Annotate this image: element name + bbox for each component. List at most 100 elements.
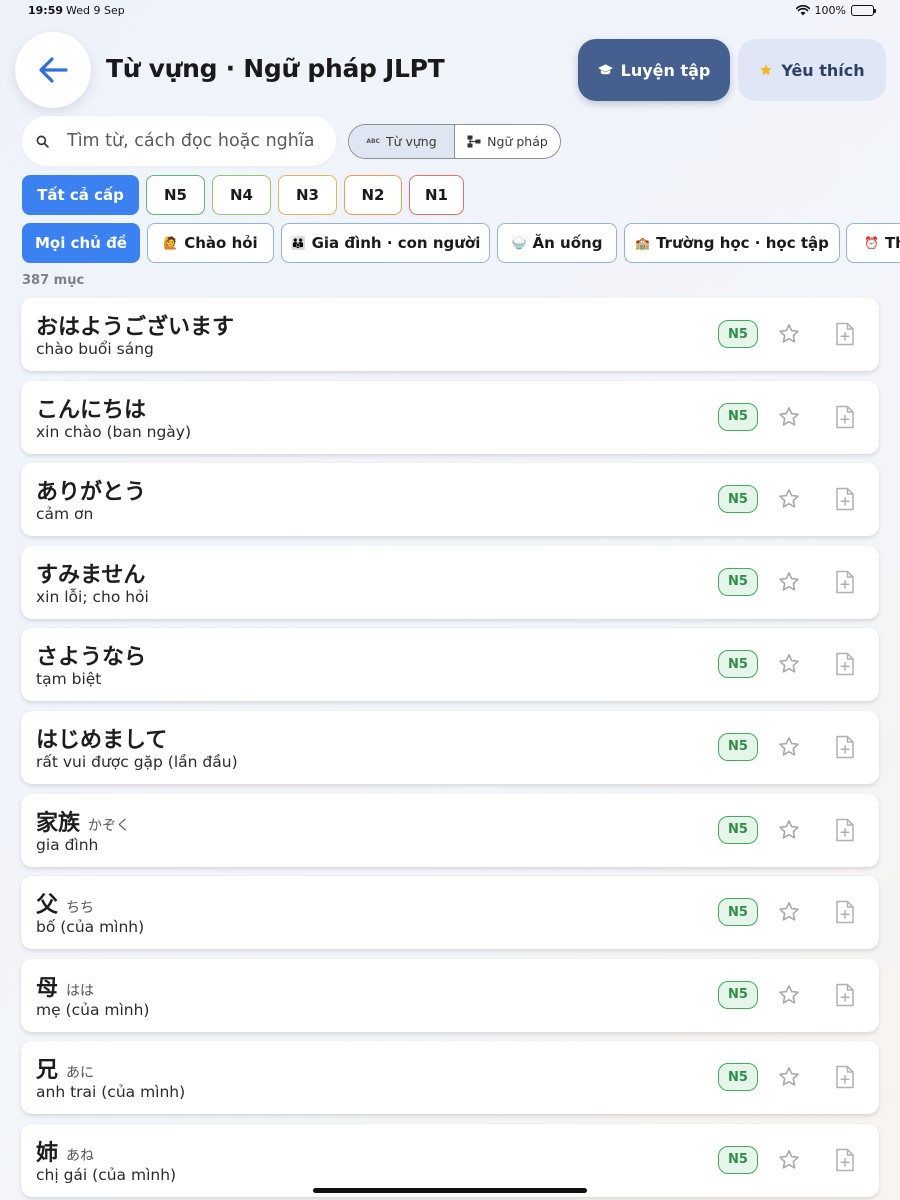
word-meaning: anh trai (của mình): [36, 1083, 186, 1102]
level-chip-n2-label: N2: [361, 186, 385, 204]
topic-chip-food-label: Ăn uống: [532, 234, 603, 252]
level-chip-n1[interactable]: N1: [409, 175, 464, 215]
list-item[interactable]: こんにちは xin chào (ban ngày) N5: [21, 380, 879, 454]
add-to-list-icon[interactable]: [835, 983, 855, 1007]
favorite-star-icon[interactable]: [777, 322, 801, 346]
search-input[interactable]: [67, 131, 327, 151]
list-item[interactable]: さようなら tạm biệt N5: [21, 628, 879, 702]
topic-chip-time[interactable]: ⏰ Th: [846, 223, 900, 263]
alarm-clock-icon: ⏰: [864, 236, 879, 250]
list-item[interactable]: おはようございます chào buổi sáng N5: [21, 298, 879, 371]
list-item[interactable]: 家族 かぞく gia đình N5: [21, 793, 879, 867]
topic-chip-school[interactable]: 🏫 Trường học · học tập: [624, 223, 840, 263]
add-to-list-icon[interactable]: [835, 735, 855, 759]
list-item[interactable]: 父ちち bố (của mình) N5: [21, 876, 879, 950]
favorite-star-icon[interactable]: [777, 652, 801, 676]
topic-chip-all[interactable]: Mọi chủ đề: [22, 223, 140, 263]
segment-vocabulary[interactable]: ABC Từ vựng: [349, 125, 455, 158]
level-badge: N5: [718, 898, 758, 927]
word-meaning: gia đình: [36, 835, 99, 854]
add-to-list-icon[interactable]: [835, 900, 855, 924]
topic-chip-school-label: Trường học · học tập: [656, 234, 829, 252]
add-to-list-icon[interactable]: [835, 652, 855, 676]
word-japanese: こんにちは: [36, 397, 147, 423]
level-chip-n1-label: N1: [425, 186, 448, 204]
home-indicator[interactable]: [313, 1188, 587, 1193]
level-chip-n3-label: N3: [296, 186, 319, 204]
topic-chip-greetings-label: Chào hỏi: [184, 234, 258, 252]
favorite-star-icon[interactable]: [777, 405, 801, 429]
level-chip-all[interactable]: Tất cả cấp: [22, 175, 139, 215]
raising-hand-icon: 🙋: [163, 236, 179, 250]
level-chip-n3[interactable]: N3: [278, 175, 337, 215]
word-reading: あね: [66, 1147, 95, 1164]
level-badge: N5: [718, 980, 758, 1009]
level-badge: N5: [718, 567, 758, 596]
word-meaning: chị gái (của mình): [36, 1165, 177, 1184]
word-japanese: 兄あに: [36, 1058, 95, 1084]
favorite-star-icon[interactable]: [777, 1065, 801, 1089]
segment-grammar-label: Ngữ pháp: [487, 134, 548, 149]
diagram-icon: [467, 135, 481, 148]
battery-icon: [851, 5, 876, 16]
abc-icon: ABC: [366, 138, 380, 145]
word-japanese: 姉あね: [36, 1140, 95, 1166]
topic-chip-time-label: Th: [884, 234, 900, 252]
level-chip-n2[interactable]: N2: [344, 175, 402, 215]
topic-chip-family-label: Gia đình · con người: [311, 234, 481, 252]
add-to-list-icon[interactable]: [835, 570, 855, 594]
search-box[interactable]: [22, 116, 336, 166]
word-meaning: xin lỗi; cho hỏi: [36, 587, 149, 606]
word-reading: はは: [66, 982, 95, 999]
word-meaning: cảm ơn: [36, 505, 94, 524]
level-badge: N5: [718, 485, 758, 514]
level-chip-n4[interactable]: N4: [212, 175, 271, 215]
segment-grammar[interactable]: Ngữ pháp: [455, 125, 560, 158]
level-chip-all-label: Tất cả cấp: [37, 186, 124, 204]
add-to-list-icon[interactable]: [835, 322, 855, 346]
add-to-list-icon[interactable]: [835, 1148, 855, 1172]
favorite-star-icon[interactable]: [777, 1148, 801, 1172]
level-badge: N5: [718, 1063, 758, 1092]
list-item[interactable]: すみません xin lỗi; cho hỏi N5: [21, 545, 879, 619]
list-item[interactable]: 兄あに anh trai (của mình) N5: [21, 1041, 879, 1115]
favorites-button[interactable]: Yêu thích: [738, 39, 886, 101]
word-reading: ちち: [66, 900, 95, 917]
mode-segmented-control: ABC Từ vựng Ngữ pháp: [348, 124, 561, 159]
word-japanese: はじめまして: [36, 727, 168, 753]
arrow-left-icon: [39, 57, 68, 83]
favorite-star-icon[interactable]: [777, 487, 801, 511]
topic-chip-food[interactable]: 🍚 Ăn uống: [497, 223, 617, 263]
level-chip-n4-label: N4: [230, 186, 253, 204]
result-count: 387 mục: [22, 273, 85, 288]
topic-chip-family[interactable]: 👪 Gia đình · con người: [281, 223, 490, 263]
favorite-star-icon[interactable]: [777, 570, 801, 594]
word-japanese: おはようございます: [36, 315, 235, 340]
list-item[interactable]: ありがとう cảm ơn N5: [21, 463, 879, 537]
topic-chip-greetings[interactable]: 🙋 Chào hỏi: [147, 223, 274, 263]
rice-bowl-icon: 🍚: [511, 236, 527, 250]
page-title: Từ vựng · Ngữ pháp JLPT: [106, 54, 445, 83]
favorite-star-icon[interactable]: [777, 818, 801, 842]
list-item[interactable]: はじめまして rất vui được gặp (lần đầu) N5: [21, 710, 879, 784]
add-to-list-icon[interactable]: [835, 818, 855, 842]
list-item[interactable]: 姉あね chị gái (của mình) N5: [21, 1123, 879, 1197]
word-japanese: 家族 かぞく: [36, 810, 131, 836]
add-to-list-icon[interactable]: [835, 487, 855, 511]
list-item[interactable]: 母はは mẹ (của mình) N5: [21, 958, 879, 1032]
favorite-star-icon[interactable]: [777, 900, 801, 924]
level-badge: N5: [718, 815, 758, 844]
word-japanese: さようなら: [36, 645, 147, 671]
level-chip-n5[interactable]: N5: [146, 175, 205, 215]
topic-chip-all-label: Mọi chủ đề: [35, 234, 127, 252]
practice-label: Luyện tập: [620, 60, 711, 80]
back-button[interactable]: [15, 32, 91, 108]
add-to-list-icon[interactable]: [835, 405, 855, 429]
favorite-star-icon[interactable]: [777, 735, 801, 759]
level-chip-n5-label: N5: [164, 186, 187, 204]
add-to-list-icon[interactable]: [835, 1065, 855, 1089]
graduation-cap-icon: [597, 64, 613, 75]
word-meaning: rất vui được gặp (lần đầu): [36, 752, 238, 771]
favorite-star-icon[interactable]: [777, 983, 801, 1007]
practice-button[interactable]: Luyện tập: [578, 39, 730, 101]
